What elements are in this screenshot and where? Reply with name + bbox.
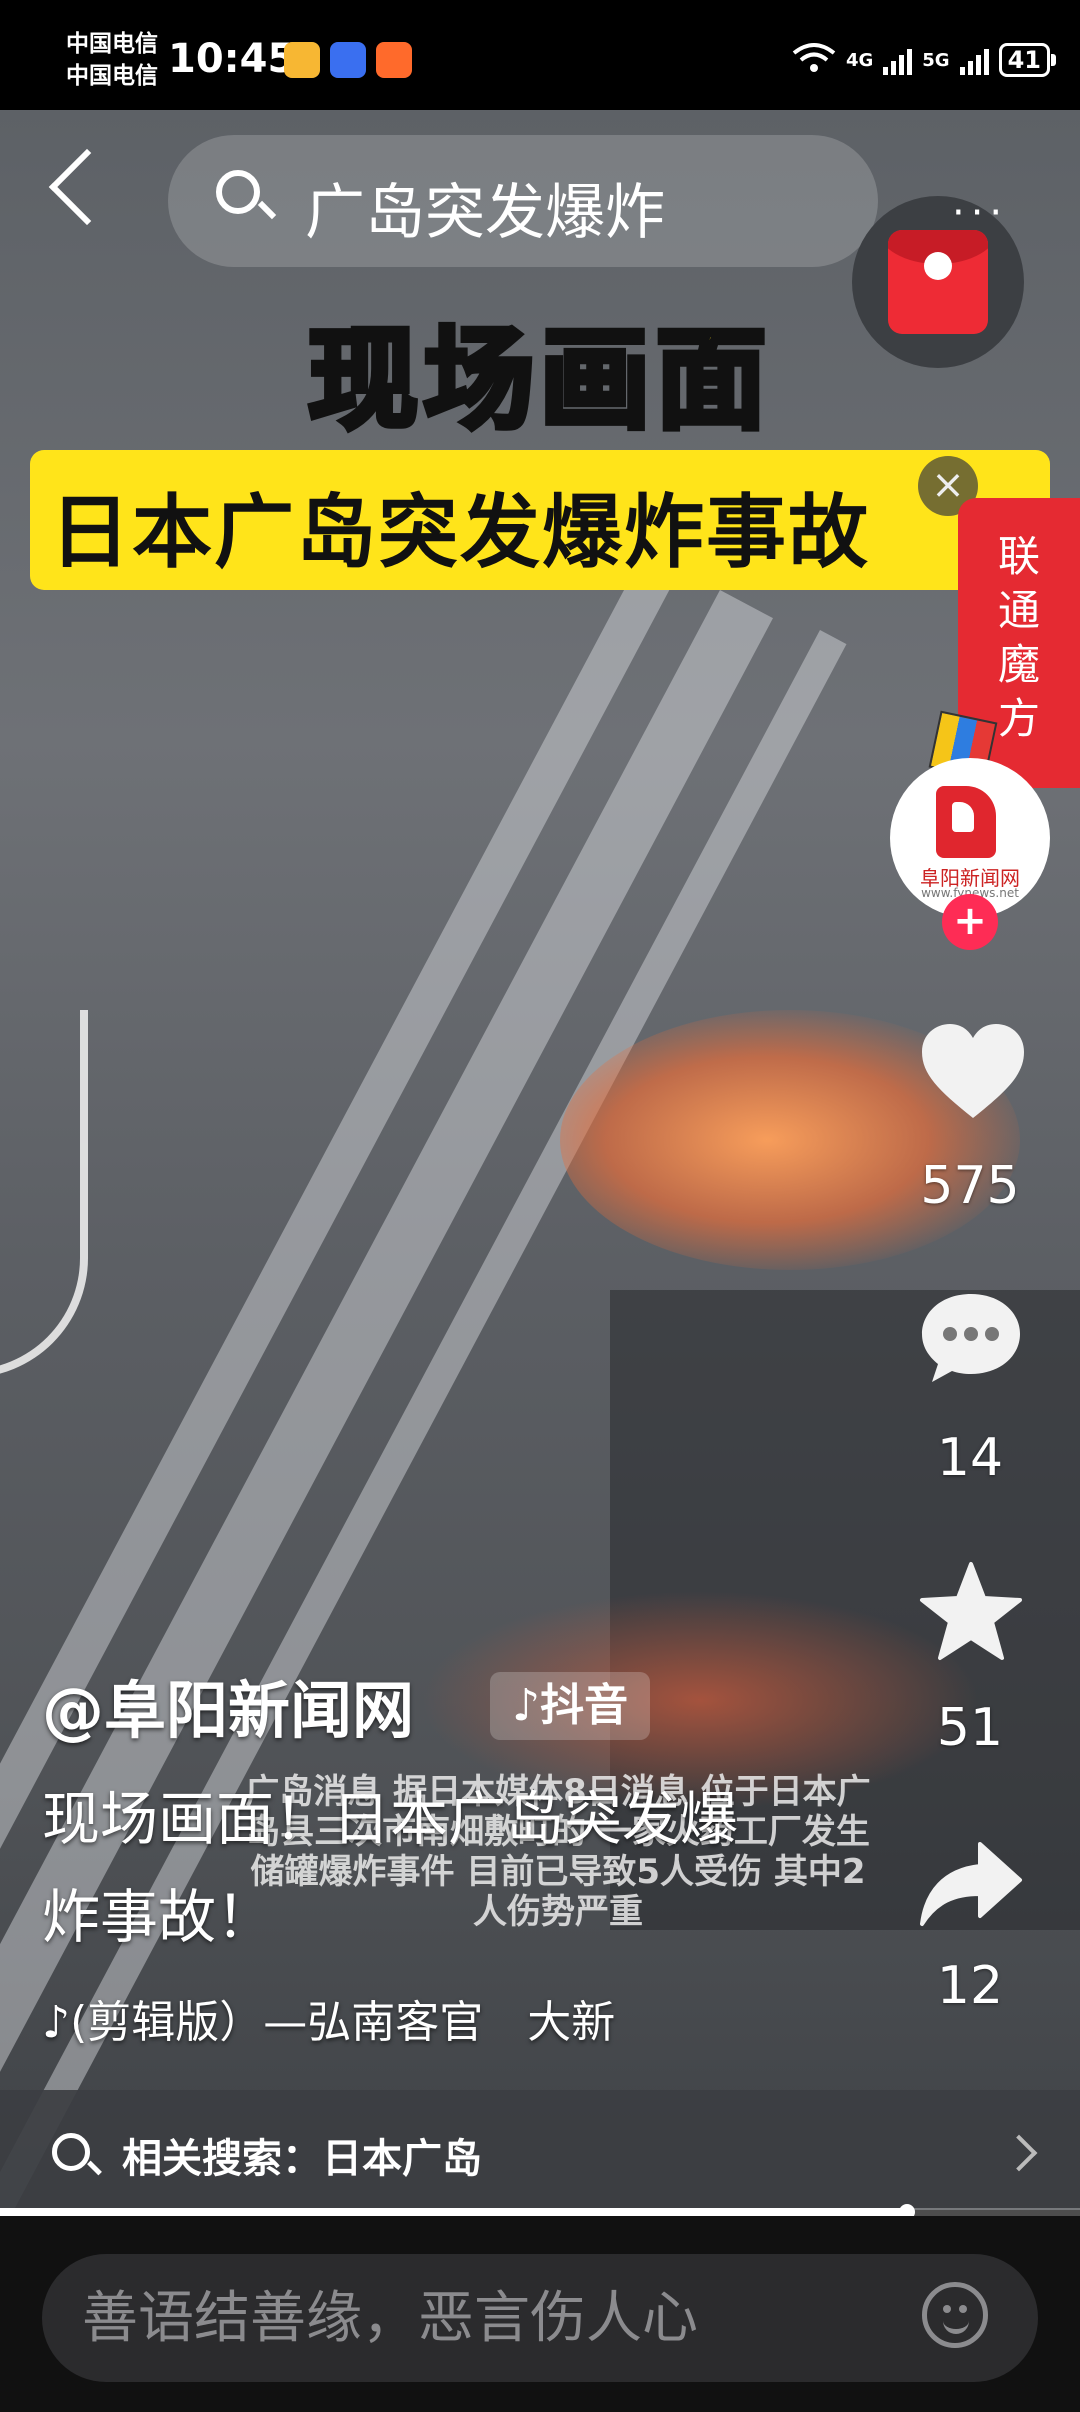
author-name[interactable]: @阜阳新闻网 [42,1660,414,1750]
like-heart-icon[interactable] [918,1018,1028,1128]
clock: 10:45 [168,36,296,82]
video-description: 现场画面！日本广岛突发爆炸事故！ [42,1785,739,1951]
search-icon [216,170,260,214]
network-type-1: 4G [845,49,874,71]
related-search-icon [52,2133,90,2171]
follow-button[interactable]: + [942,894,998,950]
music-info[interactable]: ♪(剪辑版）—弘南客官 大新 [42,1986,615,2050]
wifi-icon [792,41,836,80]
carrier-label-2: 中国电信 [66,63,158,89]
favorite-star-icon[interactable] [918,1560,1024,1664]
liantong-ad-label: 联通魔方 [997,532,1040,743]
video-scene-cable [0,1010,88,1378]
battery-indicator: 41 [998,43,1057,77]
taobao-icon [376,42,412,78]
video-overlay-subtitle: 日本广岛突发爆炸事故 [50,486,870,579]
like-count: 575 [920,1156,1020,1216]
more-options-icon[interactable]: ··· [952,190,1008,236]
video-progress-bar[interactable] [0,2204,1080,2220]
network-type-2: 5G [922,49,950,71]
video-progress-fill [0,2208,908,2216]
signal-bars-1-icon [883,45,913,75]
search-query[interactable]: 广岛突发爆炸 [305,164,665,251]
emoji-icon[interactable] [922,2282,988,2348]
favorite-count: 51 [936,1698,1004,1758]
weibo-icon [284,42,320,78]
signal-area: 4G 5G 41 [792,40,1057,80]
comment-input[interactable] [42,2254,1038,2382]
fynews-logo-icon [936,786,996,858]
comment-icon[interactable] [918,1290,1024,1386]
douyin-tag[interactable]: ♪抖音 [490,1672,651,1740]
signal-bars-2-icon [959,45,989,75]
share-count: 12 [936,1956,1004,2016]
related-search-label[interactable]: 相关搜索：日本广岛 [122,2126,482,2184]
carrier-label-1: 中国电信 [66,31,158,57]
comment-count: 14 [936,1428,1004,1488]
baidu-icon [330,42,366,78]
red-envelope-icon [888,230,988,334]
emoji-mouth [943,2315,969,2334]
share-arrow-icon[interactable] [918,1836,1024,1932]
status-bar: 中国电信 中国电信 10:45 4G 5G 41 [0,0,1080,110]
